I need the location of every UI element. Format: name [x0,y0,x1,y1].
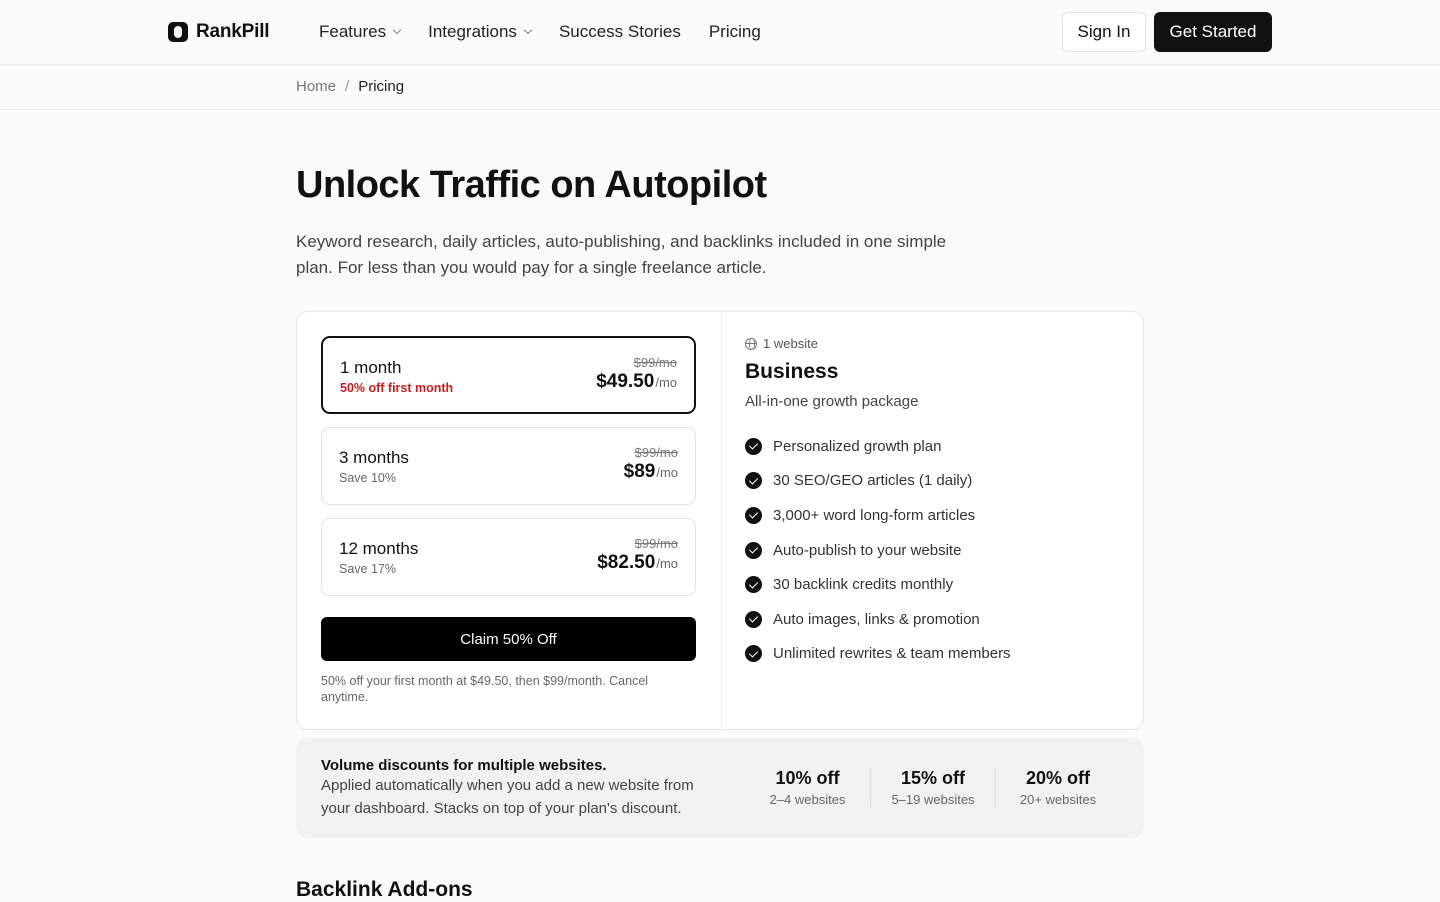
breadcrumb: Home / Pricing [296,78,404,95]
check-circle-icon [745,645,762,663]
brand-logo[interactable]: RankPill [168,20,270,44]
plan-name: 12 months [339,539,419,558]
volume-title: Volume discounts for multiple websites. [321,757,607,774]
plan-price: $49.50 /mo [596,371,677,393]
plan-price-amount: $82.50 [597,552,656,573]
tier-range: 5–19 websites [891,792,975,807]
plan-original-price: $99/mo [634,445,678,460]
main-nav: Features Integrations Success Stories Pr… [319,20,761,44]
nav-item-pricing[interactable]: Pricing [709,22,761,42]
volume-tier: 10% off 2–4 websites [745,768,870,807]
addons-heading: Backlink Add-ons [296,878,473,901]
plan-price-unit: /mo [656,556,678,571]
tier-description: All-in-one growth package [745,393,919,410]
breadcrumb-current: Pricing [358,78,405,95]
tier-range: 2–4 websites [769,792,846,807]
card-divider [721,312,722,729]
feature-item: 3,000+ word long-form articles [745,498,1011,533]
nav-item-success-stories[interactable]: Success Stories [559,22,681,42]
chevron-down-icon [392,25,402,35]
feature-label: 30 SEO/GEO articles (1 daily) [773,472,973,490]
breadcrumb-home-link[interactable]: Home [296,78,336,95]
check-circle-icon [745,506,762,524]
volume-description: Applied automatically when you add a new… [321,777,694,817]
feature-label: 3,000+ word long-form articles [773,506,976,524]
check-circle-icon [745,472,762,490]
pricing-fine-print: 50% off your first month at $49.50, then… [321,674,649,704]
plan-price-amount: $89 [623,461,656,482]
plan-option-3-months[interactable]: 3 months Save 10% $99/mo $89 /mo [321,427,696,505]
tier-name: Business [745,360,839,383]
plan-price-unit: /mo [656,465,678,480]
check-circle-icon [745,610,762,628]
feature-list: Personalized growth plan 30 SEO/GEO arti… [745,429,1011,671]
volume-tier: 20% off 20+ websites [995,768,1120,807]
plan-discount-note: Save 10% [339,471,396,485]
website-count: 1 website [745,336,818,351]
page-subtitle: Keyword research, daily articles, auto-p… [296,232,947,277]
plan-discount-note: Save 17% [339,562,396,576]
website-count-label: 1 website [763,336,818,351]
top-navigation: RankPill Features Integrations Success S… [0,0,1440,65]
nav-item-integrations[interactable]: Integrations [428,22,533,42]
nav-label: Success Stories [558,22,681,41]
plan-price: $82.50 /mo [597,552,678,574]
check-circle-icon [745,576,762,594]
check-circle-icon [745,437,762,455]
plan-name: 3 months [339,448,409,467]
plan-name: 1 month [340,358,402,377]
breadcrumb-bar: Home / Pricing [0,65,1440,110]
nav-label: Integrations [428,22,517,41]
sign-in-button[interactable]: Sign In [1062,12,1146,52]
brand-name: RankPill [196,21,270,42]
tier-range: 20+ websites [1019,792,1097,807]
nav-label: Features [319,22,387,41]
plan-price-unit: /mo [655,375,677,390]
volume-tiers: 10% off 2–4 websites 15% off 5–19 websit… [745,768,1120,807]
plan-discount-note: 50% off first month [340,381,454,395]
globe-icon [745,337,757,350]
get-started-button[interactable]: Get Started [1154,12,1272,52]
breadcrumb-separator: / [345,78,350,95]
tier-discount: 15% off [900,768,965,788]
plan-price-amount: $49.50 [596,371,655,392]
plan-original-price: $99/mo [634,536,678,551]
tier-discount: 10% off [775,768,840,788]
feature-label: Auto-publish to your website [773,541,962,559]
nav-item-features[interactable]: Features [319,22,402,42]
feature-label: 30 backlink credits monthly [773,576,954,594]
claim-discount-button[interactable]: Claim 50% Off [321,617,696,661]
plan-original-price: $99/mo [633,355,677,370]
feature-label: Auto images, links & promotion [773,610,980,628]
feature-item: Unlimited rewrites & team members [745,637,1011,672]
plan-option-1-month[interactable]: 1 month 50% off first month $99/mo $49.5… [321,336,696,414]
feature-item: 30 backlink credits monthly [745,567,1011,602]
nav-label: Pricing [708,22,761,41]
volume-tier: 15% off 5–19 websites [870,768,995,807]
plan-option-12-months[interactable]: 12 months Save 17% $99/mo $82.50 /mo [321,518,696,596]
feature-item: 30 SEO/GEO articles (1 daily) [745,464,1011,499]
check-circle-icon [745,541,762,559]
tier-discount: 20% off [1025,768,1090,788]
feature-label: Personalized growth plan [773,437,942,455]
plan-price: $89 /mo [624,461,678,483]
page-title: Unlock Traffic on Autopilot [296,164,767,206]
feature-item: Personalized growth plan [745,429,1011,464]
feature-item: Auto images, links & promotion [745,602,1011,637]
chevron-down-icon [523,25,533,35]
logo-icon [168,22,188,42]
pricing-card: 1 month 50% off first month $99/mo $49.5… [296,311,1144,730]
feature-label: Unlimited rewrites & team members [773,645,1011,663]
volume-discounts: Volume discounts for multiple websites. … [296,738,1144,838]
feature-item: Auto-publish to your website [745,533,1011,568]
